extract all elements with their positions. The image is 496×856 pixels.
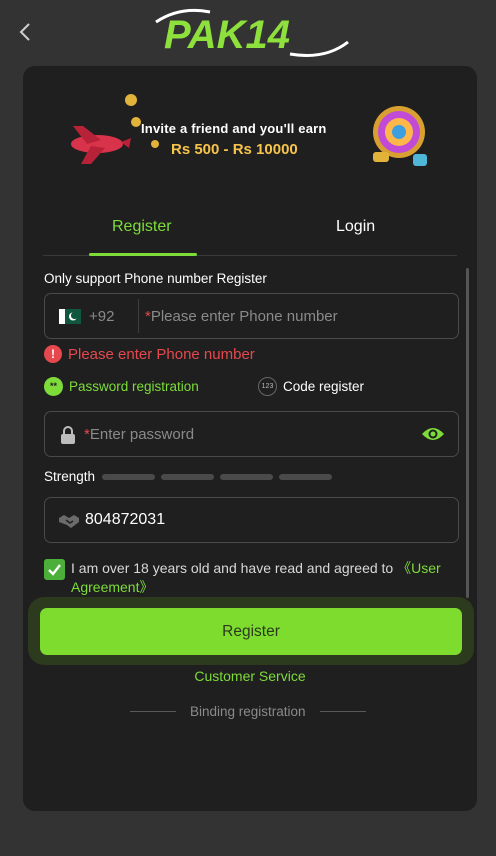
invite-banner[interactable]: Invite a friend and you'll earn Rs 500 -…	[65, 94, 437, 176]
divider-line	[319, 711, 366, 712]
banner-reward: Rs 500 - Rs 10000	[171, 141, 298, 158]
lock-icon	[61, 426, 75, 444]
plane-icon	[71, 126, 131, 164]
password-field[interactable]: *Enter password	[44, 411, 459, 457]
agreement-text: I am over 18 years old and have read and…	[71, 559, 461, 597]
error-icon: !	[44, 345, 62, 363]
password-registration-label: Password registration	[69, 379, 199, 394]
banner-headline: Invite a friend and you'll earn	[141, 121, 327, 136]
active-tab-indicator	[89, 253, 197, 256]
agreement-statement: I am over 18 years old and have read and…	[71, 560, 398, 576]
password-placeholder: Enter password	[89, 426, 195, 443]
register-card: Invite a friend and you'll earn Rs 500 -…	[23, 66, 477, 811]
code-mode-icon: 123	[258, 377, 277, 396]
prize-wheel-icon	[373, 106, 427, 166]
divider-line	[130, 711, 176, 712]
divider	[138, 299, 139, 333]
code-register-option[interactable]: 123 Code register	[258, 377, 364, 396]
register-method-label: Only support Phone number Register	[44, 271, 267, 286]
logo-text: PAK14	[164, 13, 290, 57]
scrollbar[interactable]	[466, 268, 469, 598]
phone-input[interactable]: *Please enter Phone number	[145, 308, 338, 325]
agreement-checkbox[interactable]	[44, 559, 65, 580]
invite-code-field[interactable]: 804872031	[44, 497, 459, 543]
strength-label: Strength	[44, 469, 96, 484]
register-button[interactable]: Register	[40, 608, 462, 655]
country-code[interactable]: +92	[89, 308, 114, 325]
register-mode-options: ** Password registration 123 Code regist…	[44, 377, 459, 397]
handshake-icon	[59, 515, 79, 528]
password-mode-icon: **	[44, 377, 63, 396]
invite-code-input[interactable]: 804872031	[85, 511, 165, 529]
phone-placeholder: Please enter Phone number	[150, 308, 338, 325]
strength-bar	[102, 473, 156, 480]
error-text: Please enter Phone number	[68, 345, 255, 363]
strength-bar	[220, 473, 274, 480]
password-input[interactable]: *Enter password	[84, 426, 194, 443]
top-bar: PAK14	[0, 0, 496, 64]
auth-tabs: Register Login	[43, 214, 457, 256]
pakistan-flag-icon	[59, 309, 81, 324]
phone-field[interactable]: +92 *Please enter Phone number	[44, 293, 459, 339]
binding-registration-label[interactable]: Binding registration	[190, 704, 306, 719]
tab-login[interactable]: Login	[336, 218, 375, 236]
strength-bar	[279, 473, 333, 480]
password-registration-option[interactable]: ** Password registration	[44, 377, 199, 396]
binding-registration: Binding registration	[130, 704, 366, 719]
phone-error: ! Please enter Phone number	[44, 345, 255, 363]
tab-register[interactable]: Register	[112, 218, 172, 236]
customer-service-link[interactable]: Customer Service	[23, 668, 477, 684]
back-button[interactable]	[14, 18, 38, 46]
eye-icon[interactable]	[421, 424, 445, 444]
strength-bar	[161, 473, 215, 480]
code-register-label: Code register	[283, 379, 365, 394]
pak14-logo: PAK14	[155, 8, 349, 57]
password-strength: Strength	[44, 469, 338, 484]
